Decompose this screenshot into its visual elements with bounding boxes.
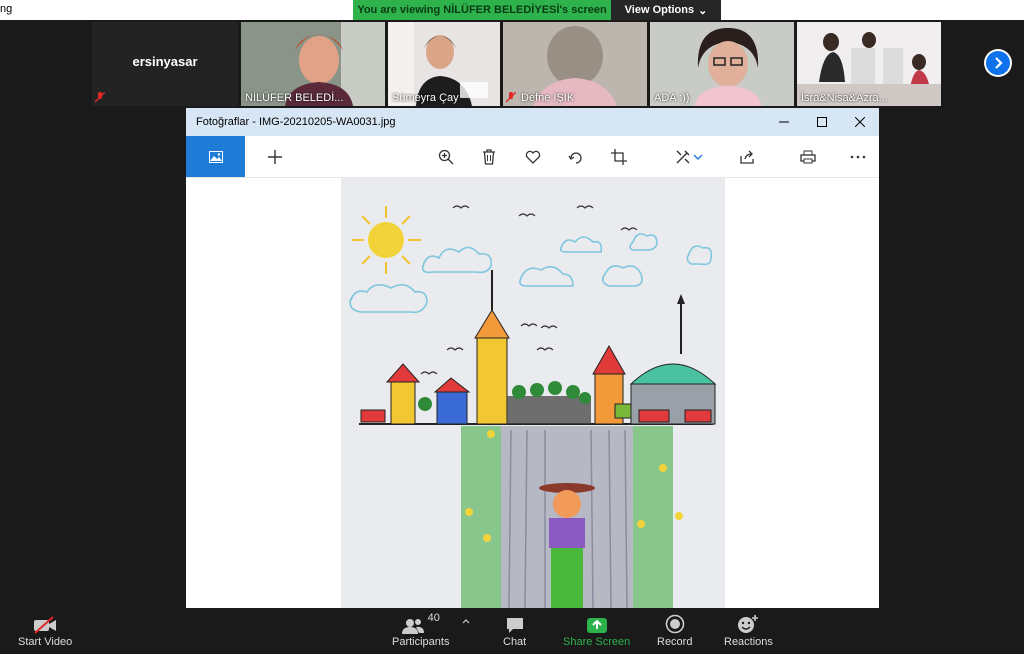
print-icon xyxy=(800,150,816,164)
participant-name: ersinyasar xyxy=(132,54,198,69)
view-options-label: View Options xyxy=(624,4,695,16)
participants-options-button[interactable] xyxy=(462,618,470,624)
participant-tile[interactable]: Defne IŞIK xyxy=(503,22,647,106)
chat-label: Chat xyxy=(503,636,527,648)
close-icon xyxy=(855,117,865,127)
heart-icon xyxy=(525,150,541,164)
crop-button[interactable] xyxy=(607,145,631,169)
participant-name: İsra&Nisa&Azra... xyxy=(801,92,888,104)
print-button[interactable] xyxy=(796,145,820,169)
chevron-right-icon xyxy=(995,57,1003,69)
share-banner: You are viewing NİLÜFER BELEDİYESİ's scr… xyxy=(353,0,721,20)
record-icon xyxy=(665,614,685,634)
edit-dropdown[interactable] xyxy=(691,145,705,169)
reactions-label: Reactions xyxy=(724,636,773,648)
viewing-screen-message: You are viewing NİLÜFER BELEDİYESİ's scr… xyxy=(353,0,611,20)
rotate-button[interactable] xyxy=(564,145,588,169)
participant-name: Sümeyra Çay xyxy=(392,92,459,104)
participant-tile[interactable]: ersinyasar xyxy=(92,22,238,106)
share-screen-icon xyxy=(586,618,607,633)
share-screen-button[interactable]: Share Screen xyxy=(563,612,630,648)
favorite-button[interactable] xyxy=(521,145,545,169)
photo-image xyxy=(341,178,725,608)
view-options-button[interactable]: View Options ⌄ xyxy=(611,0,721,20)
chevron-up-icon xyxy=(462,619,470,624)
chevron-down-icon xyxy=(693,154,703,160)
close-button[interactable] xyxy=(841,108,879,136)
start-video-label: Start Video xyxy=(18,636,73,648)
share-screen-label: Share Screen xyxy=(563,636,631,648)
image-icon xyxy=(208,150,223,163)
participant-tile[interactable]: Sümeyra Çay xyxy=(388,22,500,106)
window-titlebar: Fotoğraflar - IMG-20210205-WA0031.jpg xyxy=(186,108,879,136)
share-button[interactable] xyxy=(736,145,760,169)
reactions-button[interactable]: Reactions xyxy=(724,612,773,648)
participant-tile[interactable]: NİLÜFER BELEDİ... xyxy=(241,22,385,106)
maximize-icon xyxy=(817,117,827,127)
more-button[interactable] xyxy=(846,145,870,169)
photos-toolbar xyxy=(186,136,879,178)
start-video-button[interactable]: Start Video xyxy=(18,612,72,648)
participants-count: 40 xyxy=(427,612,440,624)
record-button[interactable]: Record xyxy=(657,612,692,648)
more-icon xyxy=(850,155,866,159)
top-left-text: ng xyxy=(0,3,13,15)
participant-tile[interactable]: İsra&Nisa&Azra... xyxy=(797,22,941,106)
reactions-icon xyxy=(738,615,759,633)
edit-icon xyxy=(676,150,690,164)
maximize-button[interactable] xyxy=(803,108,841,136)
participant-strip: ersinyasar NİLÜFER BELEDİ... Sümeyra Çay xyxy=(92,22,941,106)
chevron-down-icon: ⌄ xyxy=(698,4,708,17)
video-off-icon xyxy=(34,616,57,634)
delete-icon xyxy=(483,149,495,165)
participant-name: Defne IŞIK xyxy=(521,92,575,104)
participants-icon xyxy=(401,619,424,634)
photos-window: Fotoğraflar - IMG-20210205-WA0031.jpg xyxy=(186,108,879,608)
record-label: Record xyxy=(657,636,693,648)
participant-name: ADA :)) xyxy=(654,92,690,104)
minimize-button[interactable] xyxy=(765,108,803,136)
view-image-button[interactable] xyxy=(186,136,245,177)
mic-muted-icon xyxy=(506,92,516,103)
participant-name: NİLÜFER BELEDİ... xyxy=(245,92,344,104)
delete-button[interactable] xyxy=(477,145,501,169)
participant-tile[interactable]: ADA :)) xyxy=(650,22,794,106)
minimize-icon xyxy=(779,121,789,123)
share-icon xyxy=(740,150,754,164)
zoom-in-icon xyxy=(438,149,454,165)
chat-button[interactable]: Chat xyxy=(503,612,526,648)
add-icon xyxy=(268,150,282,164)
chat-icon xyxy=(506,618,523,633)
rotate-icon xyxy=(568,152,582,164)
childrens-drawing xyxy=(341,178,725,608)
next-page-button[interactable] xyxy=(984,49,1012,77)
meeting-controls-bar: Start Video 40 Participants Chat Share S… xyxy=(0,608,1024,654)
mic-muted-icon xyxy=(95,92,105,103)
participants-label: Participants xyxy=(392,636,450,648)
participants-button[interactable]: 40 Participants xyxy=(392,612,449,648)
crop-icon xyxy=(611,149,627,165)
add-button[interactable] xyxy=(263,145,287,169)
window-title: Fotoğraflar - IMG-20210205-WA0031.jpg xyxy=(196,116,396,128)
zoom-in-button[interactable] xyxy=(434,145,458,169)
